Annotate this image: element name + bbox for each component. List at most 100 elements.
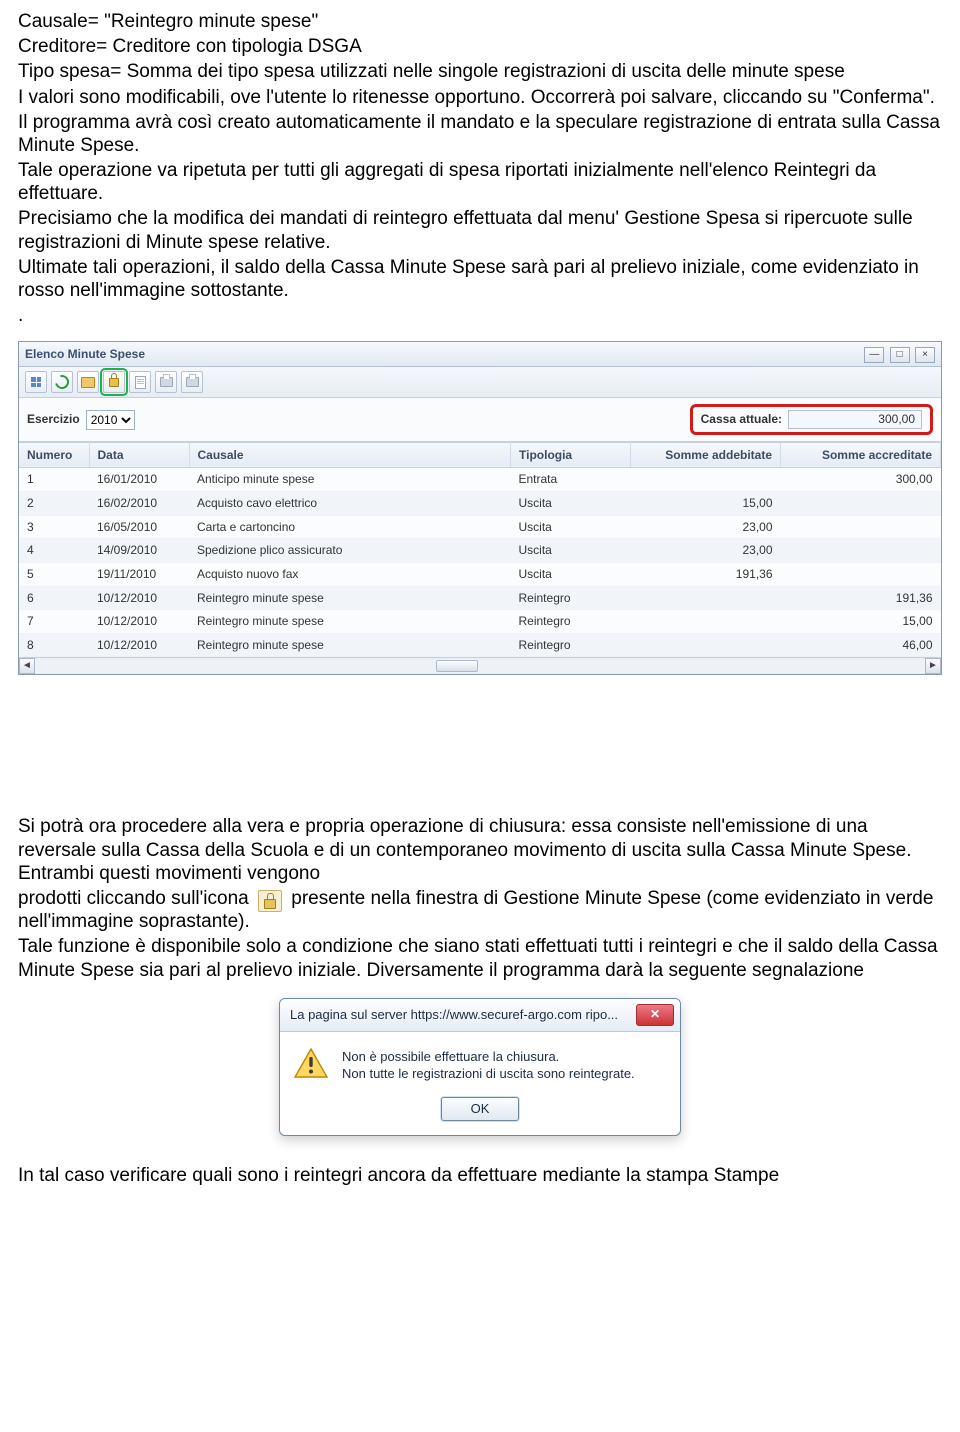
cell: Reintegro xyxy=(511,586,631,610)
cell: Carta e cartoncino xyxy=(189,515,511,539)
cell: 300,00 xyxy=(781,468,941,492)
text-line: Tipo spesa= Somma dei tipo spesa utilizz… xyxy=(18,60,942,83)
cell: 10/12/2010 xyxy=(89,586,189,610)
cell: Reintegro minute spese xyxy=(189,586,511,610)
dialog-titlebar: La pagina sul server https://www.securef… xyxy=(280,999,680,1032)
col-data[interactable]: Data xyxy=(89,442,189,468)
warning-dialog: La pagina sul server https://www.securef… xyxy=(279,998,681,1136)
cell: Uscita xyxy=(511,562,631,586)
folder-icon xyxy=(81,377,95,388)
scroll-right-icon[interactable]: ► xyxy=(925,658,941,674)
lock-icon xyxy=(109,378,119,387)
cell: Uscita xyxy=(511,492,631,516)
cassa-attuale-box: Cassa attuale: 300,00 xyxy=(690,404,933,435)
cell: 46,00 xyxy=(781,633,941,657)
cell: 16/01/2010 xyxy=(89,468,189,492)
cell: 14/09/2010 xyxy=(89,539,189,563)
toolbar-list-button[interactable] xyxy=(25,371,47,393)
cell xyxy=(781,515,941,539)
table-row[interactable]: 116/01/2010Anticipo minute speseEntrata3… xyxy=(19,468,941,492)
cell: Reintegro minute spese xyxy=(189,633,511,657)
text-paragraph: I valori sono modificabili, ove l'utente… xyxy=(18,86,942,109)
dialog-line2: Non tutte le registrazioni di uscita son… xyxy=(342,1065,666,1083)
text-paragraph: Il programma avrà così creato automatica… xyxy=(18,111,942,157)
cell: Acquisto nuovo fax xyxy=(189,562,511,586)
cell: 23,00 xyxy=(631,515,781,539)
minute-spese-table: Numero Data Causale Tipologia Somme adde… xyxy=(19,442,941,658)
cell: 10/12/2010 xyxy=(89,633,189,657)
dialog-close-button[interactable]: ✕ xyxy=(636,1004,674,1026)
document-icon xyxy=(135,376,146,389)
text-line: Creditore= Creditore con tipologia DSGA xyxy=(18,35,942,58)
toolbar-close-cash-button[interactable] xyxy=(103,371,125,393)
cell: 23,00 xyxy=(631,539,781,563)
esercizio-select[interactable]: 2010 xyxy=(86,410,135,430)
text-line: Causale= "Reintegro minute spese" xyxy=(18,10,942,33)
window-maximize-button[interactable]: □ xyxy=(890,347,910,363)
app-window: Elenco Minute Spese — □ × Esercizio 2010… xyxy=(18,341,942,675)
dialog-title: La pagina sul server https://www.securef… xyxy=(290,1007,618,1023)
table-row[interactable]: 414/09/2010Spedizione plico assicuratoUs… xyxy=(19,539,941,563)
col-numero[interactable]: Numero xyxy=(19,442,89,468)
cell: Anticipo minute spese xyxy=(189,468,511,492)
cell xyxy=(781,492,941,516)
toolbar-doc-button[interactable] xyxy=(129,371,151,393)
grid-icon xyxy=(31,377,41,387)
ok-button[interactable]: OK xyxy=(441,1097,519,1121)
cell: 191,36 xyxy=(781,586,941,610)
cell: 16/05/2010 xyxy=(89,515,189,539)
text-dot: . xyxy=(18,304,942,327)
cell: Uscita xyxy=(511,515,631,539)
cell xyxy=(781,539,941,563)
cell: 8 xyxy=(19,633,89,657)
cell: Uscita xyxy=(511,539,631,563)
table-row[interactable]: 810/12/2010Reintegro minute speseReinteg… xyxy=(19,633,941,657)
col-tipologia[interactable]: Tipologia xyxy=(511,442,631,468)
warning-icon xyxy=(294,1048,328,1078)
table-row[interactable]: 216/02/2010Acquisto cavo elettricoUscita… xyxy=(19,492,941,516)
col-causale[interactable]: Causale xyxy=(189,442,511,468)
cell: 15,00 xyxy=(781,610,941,634)
window-close-button[interactable]: × xyxy=(915,347,935,363)
cell: 5 xyxy=(19,562,89,586)
table-row[interactable]: 519/11/2010Acquisto nuovo faxUscita191,3… xyxy=(19,562,941,586)
window-minimize-button[interactable]: — xyxy=(864,347,884,363)
cassa-value: 300,00 xyxy=(788,410,922,429)
window-title: Elenco Minute Spese xyxy=(25,347,145,362)
cell: 3 xyxy=(19,515,89,539)
cell: 2 xyxy=(19,492,89,516)
toolbar-open-button[interactable] xyxy=(77,371,99,393)
col-accreditate[interactable]: Somme accreditate xyxy=(781,442,941,468)
text-fragment: prodotti cliccando sull'icona xyxy=(18,888,254,909)
toolbar-print-button[interactable] xyxy=(155,371,177,393)
scroll-left-icon[interactable]: ◄ xyxy=(19,658,35,674)
scroll-track[interactable] xyxy=(35,659,925,673)
toolbar-print2-button[interactable] xyxy=(181,371,203,393)
text-paragraph: prodotti cliccando sull'icona presente n… xyxy=(18,887,942,933)
scroll-thumb[interactable] xyxy=(436,660,478,672)
lock-icon xyxy=(258,890,282,912)
col-addebitate[interactable]: Somme addebitate xyxy=(631,442,781,468)
toolbar-refresh-button[interactable] xyxy=(51,371,73,393)
cell: Entrata xyxy=(511,468,631,492)
printer-icon xyxy=(186,377,199,387)
cell: Reintegro minute spese xyxy=(189,610,511,634)
cell: Reintegro xyxy=(511,633,631,657)
filter-bar: Esercizio 2010 Cassa attuale: 300,00 xyxy=(19,398,941,442)
cell xyxy=(631,586,781,610)
text-paragraph: Tale funzione è disponibile solo a condi… xyxy=(18,935,942,981)
text-paragraph: In tal caso verificare quali sono i rein… xyxy=(18,1164,942,1187)
cell: 6 xyxy=(19,586,89,610)
text-paragraph: Tale operazione va ripetuta per tutti gl… xyxy=(18,159,942,205)
horizontal-scrollbar[interactable]: ◄ ► xyxy=(19,657,941,674)
dialog-message: Non è possibile effettuare la chiusura. … xyxy=(342,1048,666,1083)
cell: 4 xyxy=(19,539,89,563)
cell xyxy=(781,562,941,586)
table-row[interactable]: 610/12/2010Reintegro minute speseReinteg… xyxy=(19,586,941,610)
cell: 10/12/2010 xyxy=(89,610,189,634)
table-row[interactable]: 710/12/2010Reintegro minute speseReinteg… xyxy=(19,610,941,634)
cell: 19/11/2010 xyxy=(89,562,189,586)
toolbar xyxy=(19,367,941,398)
cell xyxy=(631,633,781,657)
table-row[interactable]: 316/05/2010Carta e cartoncinoUscita23,00 xyxy=(19,515,941,539)
